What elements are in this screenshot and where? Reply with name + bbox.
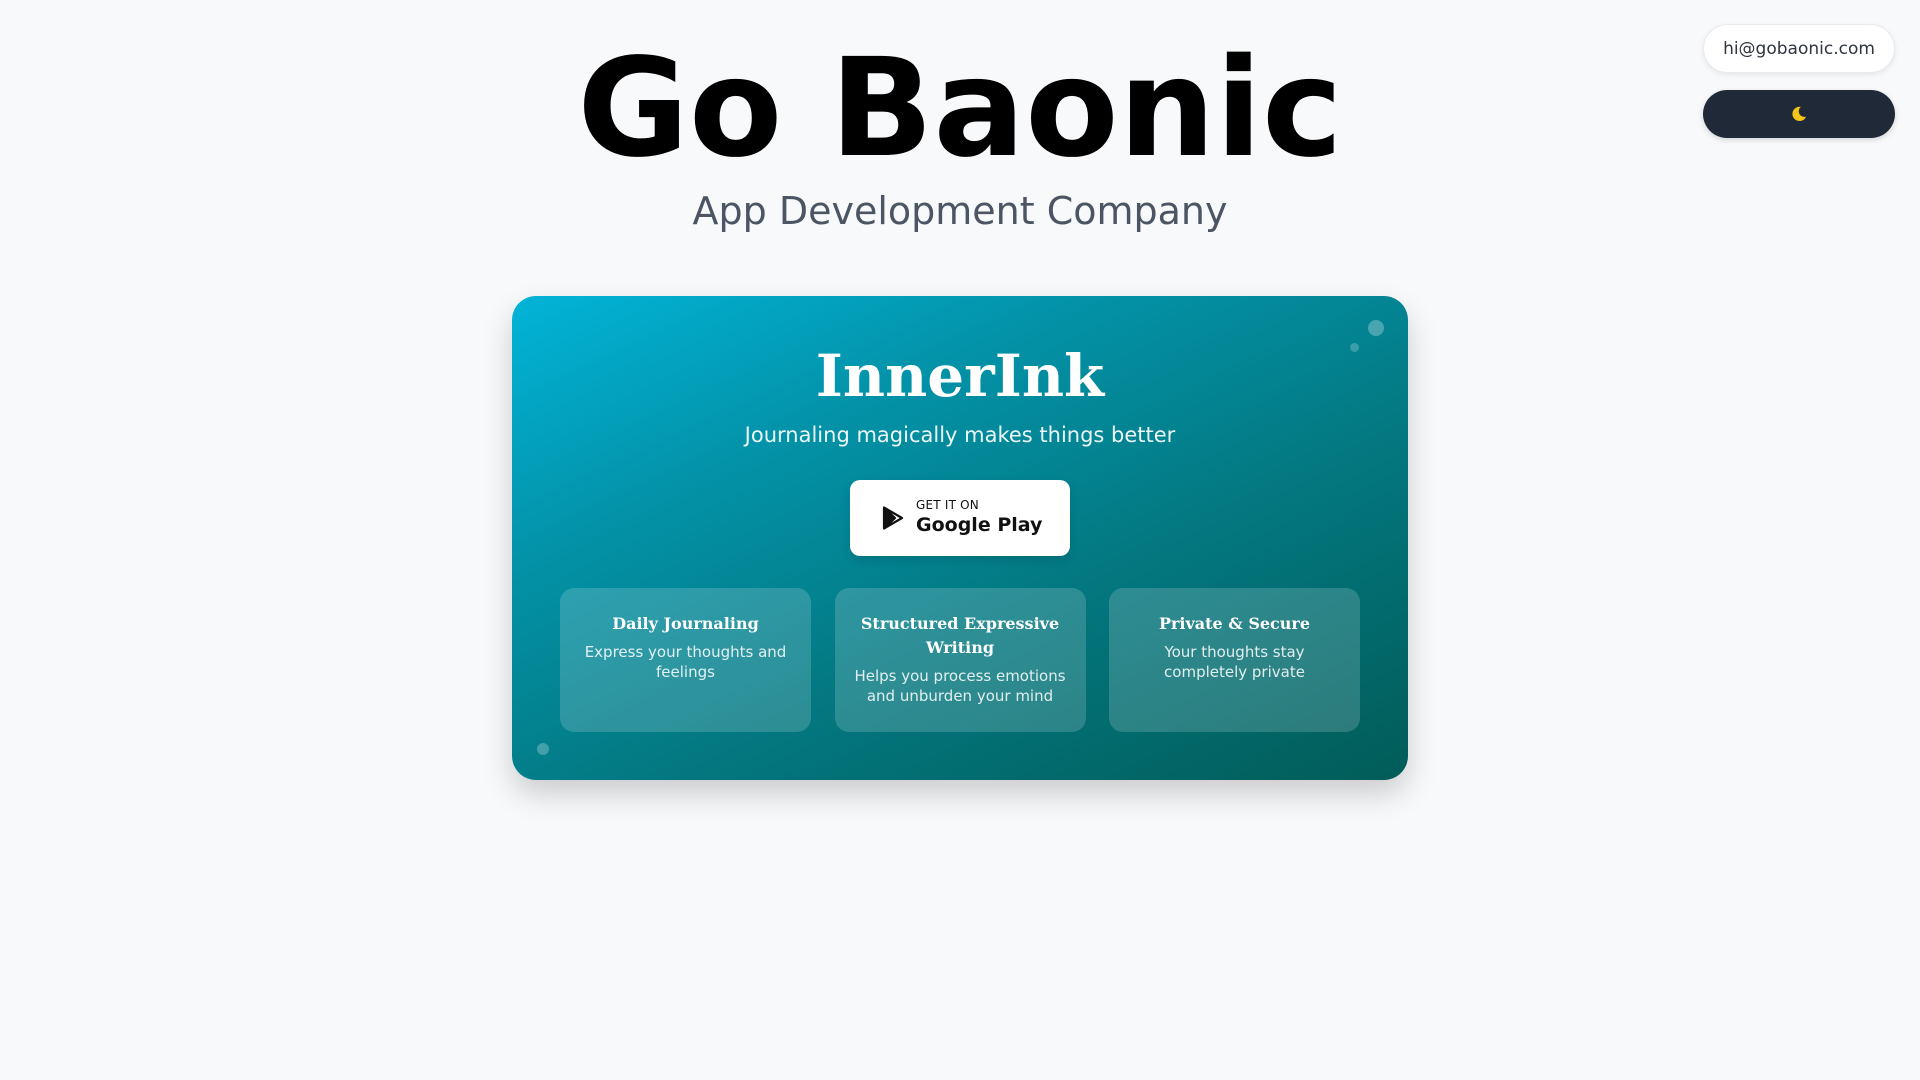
feature-title: Private & Secure	[1158, 614, 1311, 633]
feature-title: Structured Expressive Writing	[860, 614, 1060, 657]
google-play-small-label: GET IT ON	[916, 498, 979, 512]
feature-description: Express your thoughts and feelings	[584, 643, 787, 681]
app-title: InnerInk	[815, 342, 1105, 410]
decorative-dot	[1368, 320, 1384, 336]
feature-card-daily-journaling: Daily Journaling Express your thoughts a…	[560, 588, 811, 732]
brand-subtitle: App Development Company	[692, 189, 1228, 233]
google-play-button[interactable]: GET IT ON Google Play	[850, 480, 1070, 556]
app-tagline: Journaling magically makes things better	[744, 423, 1176, 447]
app-card-innerink: InnerInk Journaling magically makes thin…	[512, 296, 1408, 780]
google-play-icon	[882, 506, 904, 530]
feature-list: Daily Journaling Express your thoughts a…	[560, 588, 1360, 732]
brand-title: Go Baonic	[577, 30, 1343, 188]
decorative-dot	[537, 743, 549, 755]
feature-title: Daily Journaling	[612, 614, 759, 633]
feature-card-private-secure: Private & Secure Your thoughts stay comp…	[1109, 588, 1360, 732]
feature-card-structured-writing: Structured Expressive Writing Helps you …	[834, 588, 1086, 732]
feature-description: Your thoughts stay completely private	[1164, 643, 1305, 681]
google-play-label: GET IT ON Google Play	[916, 498, 1042, 538]
google-play-big-label: Google Play	[916, 514, 1043, 536]
feature-description: Helps you process emotions and unburden …	[854, 667, 1066, 705]
page: hi@gobaonic.com Go Baonic App Developmen…	[0, 0, 1920, 1080]
